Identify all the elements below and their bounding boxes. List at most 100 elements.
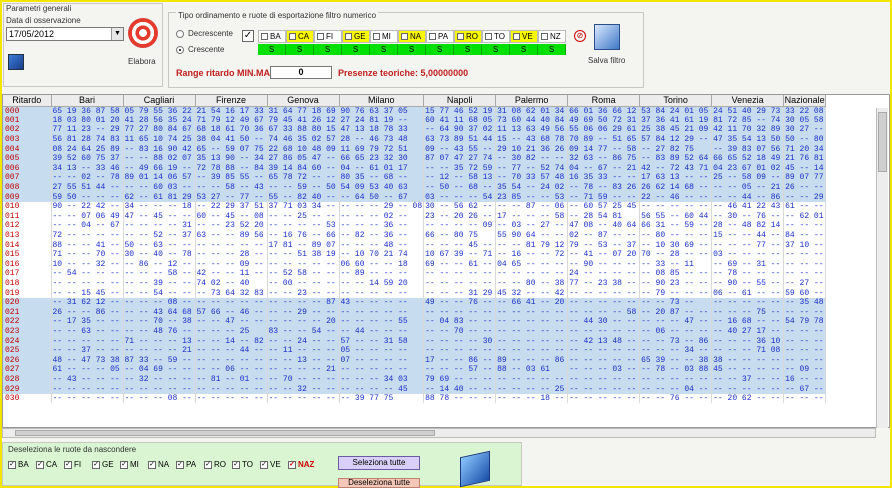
wheel-cell[interactable]: -- -- --: [783, 393, 827, 404]
wheel-cell[interactable]: -- 69 -- 31 --: [711, 259, 785, 270]
wheel-cell[interactable]: 57 -- -- 31 58: [339, 336, 425, 346]
wheel-cell[interactable]: 27 86 05 47 --: [267, 153, 340, 164]
wheel-cell[interactable]: -- -- -- 45 --: [423, 240, 497, 250]
wheel-cell[interactable]: -- -- -- -- --: [639, 374, 713, 385]
wheel-cell[interactable]: -- -- -- -- --: [339, 307, 425, 318]
table-row[interactable]: 017 -- 54 -- -- -- -- -- -- 58 -- 42 -- -- …: [3, 269, 827, 279]
wheel-cell[interactable]: 24 51 40 29 73: [711, 106, 785, 116]
wheel-cell[interactable]: 55 90 64 -- --: [495, 230, 569, 241]
wheel-cell[interactable]: -- 06 -- -- --: [639, 326, 713, 337]
wheel-cell[interactable]: -- -- 48 76 --: [123, 326, 196, 337]
wheel-cell[interactable]: -- -- 60 03 --: [123, 182, 196, 193]
filter-wheel-ca[interactable]: CA: [286, 30, 314, 43]
wheel-cell[interactable]: 53 84 24 01 05: [639, 106, 713, 116]
wheel-cell[interactable]: 61 -- --: [783, 201, 827, 212]
wheel-cell[interactable]: -- -- -- -- --: [495, 326, 569, 337]
ritardo-cell[interactable]: 015: [3, 249, 52, 260]
wheel-cell[interactable]: -- 79 -- -- --: [639, 288, 713, 298]
wheel-cell[interactable]: -- -- 29 -- --: [267, 307, 340, 318]
wheel-cell[interactable]: 59 60 --: [783, 288, 827, 298]
table-row[interactable]: 006 34 13 -- 33 46 -- 49 66 19 -- 72 78 88 …: [3, 163, 827, 174]
wheel-cell[interactable]: 39 52 60 75 37: [51, 153, 124, 164]
wheel-cell[interactable]: -- 50 -- 68 --: [423, 182, 497, 193]
wheel-cell[interactable]: -- 04 69 -- --: [123, 365, 196, 375]
wheel-cell[interactable]: 81 72 85 -- 74: [711, 115, 785, 126]
wheel-cell[interactable]: 30 05 58: [783, 115, 827, 126]
table-row[interactable]: 009 59 50 -- -- -- 62 -- 61 81 29 53 27 -- …: [3, 192, 827, 202]
wheel-cell[interactable]: -- 89 -- -- --: [339, 269, 425, 279]
wheel-cell[interactable]: -- 10 30 69 --: [639, 240, 713, 250]
column-header[interactable]: Firenze: [195, 95, 268, 107]
wheel-cell[interactable]: -- 20 87 -- --: [639, 307, 713, 318]
wheel-cell[interactable]: 43 -- -- -- --: [339, 297, 425, 308]
wheel-cell[interactable]: 22 -- 46 -- --: [639, 192, 713, 202]
filter-wheel-ba[interactable]: BA: [258, 30, 286, 43]
wheel-cell[interactable]: 77 11 23 -- 29: [51, 125, 124, 135]
wheel-cell[interactable]: -- -- -- -- --: [567, 345, 641, 356]
column-header[interactable]: Roma: [567, 95, 641, 107]
wheel-cell[interactable]: -- -- -- -- --: [567, 355, 641, 366]
wheel-cell[interactable]: 16 -- --: [783, 374, 827, 385]
table-row[interactable]: 020 -- 31 62 12 -- -- -- -- 08 -- -- -- -- …: [3, 297, 827, 308]
hide-wheel-ba[interactable]: ✓ BA: [8, 460, 36, 469]
ritardo-cell[interactable]: 004: [3, 144, 52, 154]
wheel-cell[interactable]: 65 78 72 -- --: [267, 173, 340, 183]
wheel-cell[interactable]: -- -- 73 -- 86: [639, 336, 713, 346]
wheel-cell[interactable]: -- 60 57 25 45: [567, 201, 641, 212]
wheel-cell[interactable]: -- -- 88 02 07: [123, 153, 196, 164]
wheel-cell[interactable]: 04 -- 67 -- 21: [567, 163, 641, 174]
wheel-cell[interactable]: -- 04 83 -- --: [423, 317, 497, 327]
checkbox[interactable]: ✓: [232, 460, 240, 469]
wheel-cell[interactable]: -- -- 14 -- 82: [195, 336, 268, 346]
wheel-cell[interactable]: -- -- 63 -- --: [51, 326, 124, 337]
wheel-cell[interactable]: -- -- --: [783, 355, 827, 366]
wheel-cell[interactable]: -- -- 25 -- --: [267, 211, 340, 222]
wheel-cell[interactable]: 33 22 08: [783, 106, 827, 116]
wheel-cell[interactable]: -- -- -- -- 20: [267, 317, 340, 327]
hide-wheel-naz[interactable]: ✓ NAZ: [288, 460, 320, 469]
checkbox[interactable]: [541, 33, 548, 40]
wheel-cell[interactable]: 17 -- -- 86 --: [423, 355, 497, 366]
wheel-cell[interactable]: 45 -- -- -- --: [711, 365, 785, 375]
wheel-cell[interactable]: 74 02 -- 40: [195, 278, 268, 289]
table-row[interactable]: 002 77 11 23 -- 29 77 27 80 84 67 68 18 61 …: [3, 125, 827, 135]
table-row[interactable]: 019 -- -- 15 45 -- -- -- 54 -- -- -- 73 64 …: [3, 288, 827, 298]
wheel-cell[interactable]: 10 67 39 -- 71: [423, 249, 497, 260]
wheel-cell[interactable]: -- -- -- -- 09: [423, 221, 497, 231]
ritardo-cell[interactable]: 009: [3, 192, 52, 202]
wheel-cell[interactable]: 10 -- -- 32 --: [51, 259, 124, 270]
hide-wheel-ro[interactable]: ✓ RO: [204, 460, 232, 469]
column-header[interactable]: Torino: [639, 95, 713, 107]
wheel-cell[interactable]: -- 08 85 -- --: [639, 269, 713, 279]
wheel-cell[interactable]: -- 81 -- 01 --: [195, 374, 268, 385]
wheel-cell[interactable]: 88 78 -- -- --: [423, 393, 497, 404]
wheel-cell[interactable]: -- -- 43 64 68: [123, 307, 196, 318]
wheel-cell[interactable]: -- 16 76 -- 66: [267, 230, 340, 241]
wheel-cell[interactable]: -- -- 13 -- --: [267, 355, 340, 366]
wheel-cell[interactable]: 70 89 -- 51 65: [567, 134, 641, 145]
wheel-cell[interactable]: 30 -- 40 -- 78: [123, 249, 196, 260]
wheel-cell[interactable]: 47 08 -- 40 64: [567, 221, 641, 231]
wheel-cell[interactable]: 69 -- -- 61 --: [423, 259, 497, 270]
checkbox[interactable]: ✓: [288, 460, 296, 469]
wheel-cell[interactable]: -- -- --: [783, 221, 827, 231]
wheel-cell[interactable]: 49 69 50 72 31: [567, 115, 641, 126]
wheel-cell[interactable]: 47 35 54 13 50: [711, 134, 785, 145]
wheel-cell[interactable]: -- 27 82 75: [639, 144, 713, 154]
wheel-cell[interactable]: -- -- -- -- --: [567, 326, 641, 337]
wheel-cell[interactable]: 25 -- 58 09 --: [711, 173, 785, 183]
wheel-cell[interactable]: 77 27 80 84 67: [123, 125, 196, 135]
ritardo-cell[interactable]: 019: [3, 288, 52, 298]
checkbox[interactable]: [429, 33, 436, 40]
vertical-scrollbar[interactable]: [876, 108, 888, 428]
wheel-cell[interactable]: 35 13 90 -- 34: [195, 153, 268, 164]
table-row[interactable]: 026 48 -- 47 73 38 87 33 -- 59 -- -- -- -- …: [3, 355, 827, 366]
table-row[interactable]: 013 72 -- -- -- -- -- -- 52 -- 37 63 -- -- …: [3, 230, 827, 241]
wheel-cell[interactable]: -- -- -- 58 --: [123, 269, 196, 279]
wheel-cell[interactable]: 56 81 28 74 83: [51, 134, 124, 145]
wheel-cell[interactable]: -- 82 -- 36 --: [339, 230, 425, 241]
wheel-cell[interactable]: 89 01 14 06 57: [123, 173, 196, 183]
wheel-cell[interactable]: 31 64 77 18 69: [267, 106, 340, 116]
wheel-cell[interactable]: -- 12 -- 58 13: [423, 173, 497, 183]
ritardo-cell[interactable]: 011: [3, 211, 52, 222]
